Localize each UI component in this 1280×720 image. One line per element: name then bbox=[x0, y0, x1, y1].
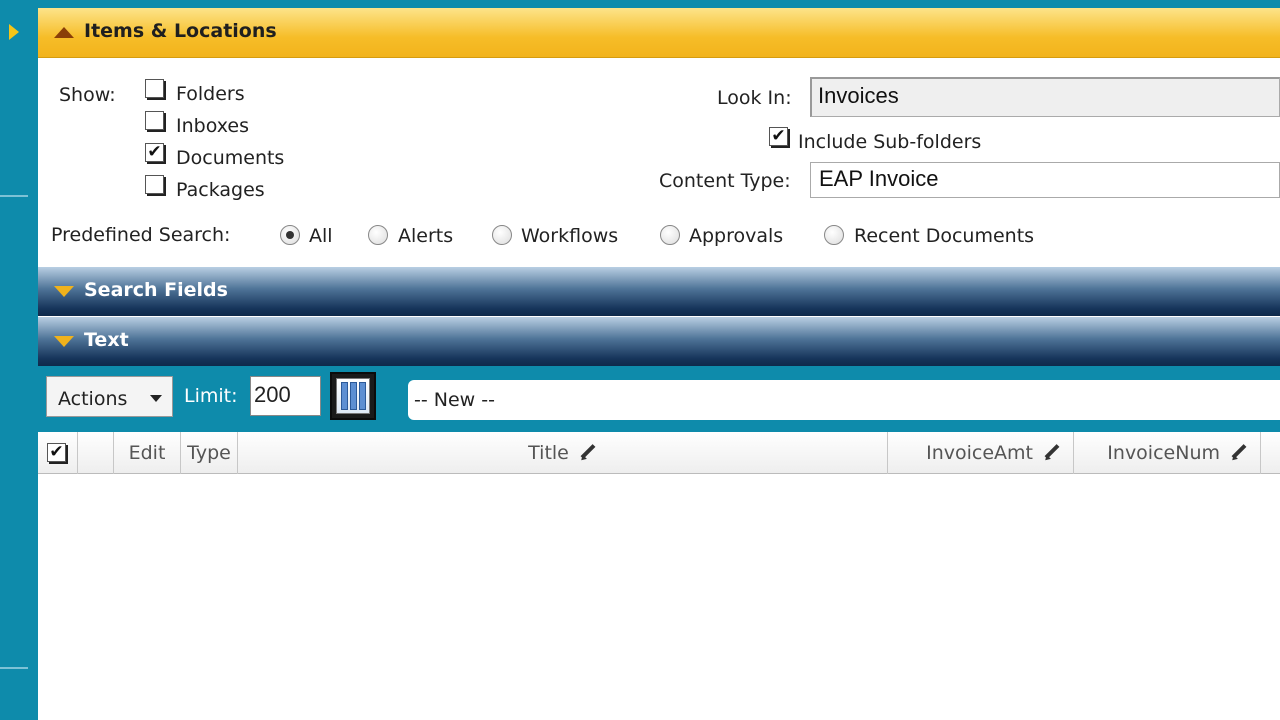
pencil-icon[interactable] bbox=[579, 444, 597, 462]
items-locations-header[interactable]: Items & Locations bbox=[38, 8, 1280, 58]
documents-label: Documents bbox=[176, 147, 285, 169]
folders-checkbox[interactable] bbox=[145, 79, 164, 98]
search-fields-header[interactable]: Search Fields bbox=[38, 267, 1280, 316]
look-in-field[interactable]: Invoices bbox=[810, 77, 1280, 117]
text-title: Text bbox=[84, 329, 129, 351]
include-subfolders-label: Include Sub-folders bbox=[798, 131, 982, 153]
column-header-title[interactable]: Title bbox=[238, 432, 888, 474]
show-label: Show: bbox=[59, 84, 116, 106]
search-fields-title: Search Fields bbox=[84, 279, 228, 301]
look-in-label: Look In: bbox=[717, 87, 792, 109]
limit-input[interactable]: 200 bbox=[250, 376, 321, 416]
radio-recent-documents[interactable] bbox=[824, 225, 844, 245]
documents-checkbox[interactable]: ✔ bbox=[145, 143, 164, 162]
radio-approvals-label: Approvals bbox=[689, 225, 784, 247]
radio-alerts[interactable] bbox=[368, 225, 388, 245]
content-type-label: Content Type: bbox=[659, 170, 791, 192]
column-header-label: InvoiceAmt bbox=[926, 442, 1033, 464]
packages-checkbox[interactable] bbox=[145, 175, 164, 194]
column-header-invoiceamt[interactable]: InvoiceAmt bbox=[888, 432, 1074, 474]
caret-down-icon[interactable] bbox=[54, 286, 74, 297]
results-toolbar: Actions Limit: 200 -- New -- bbox=[38, 366, 1280, 432]
inboxes-checkbox[interactable] bbox=[145, 111, 164, 130]
rail-divider bbox=[0, 667, 28, 669]
panel-left-border bbox=[30, 0, 38, 720]
radio-all-label: All bbox=[309, 225, 333, 247]
results-grid-body bbox=[38, 475, 1280, 720]
pencil-icon[interactable] bbox=[1043, 444, 1061, 462]
include-subfolders-checkbox[interactable]: ✔ bbox=[769, 127, 788, 146]
limit-label: Limit: bbox=[184, 385, 238, 407]
radio-all[interactable] bbox=[280, 225, 300, 245]
actions-label: Actions bbox=[58, 388, 128, 410]
results-grid-header: ✔ Edit Type Title InvoiceAmt InvoiceNum bbox=[38, 432, 1280, 474]
packages-label: Packages bbox=[176, 179, 265, 201]
left-rail bbox=[0, 0, 30, 720]
columns-icon bbox=[336, 378, 370, 414]
text-header[interactable]: Text bbox=[38, 317, 1280, 366]
folders-label: Folders bbox=[176, 83, 245, 105]
panel-top-border bbox=[30, 0, 1280, 8]
column-header-label: Title bbox=[528, 442, 569, 464]
column-header-type[interactable]: Type bbox=[181, 432, 238, 474]
column-header-edit[interactable]: Edit bbox=[114, 432, 181, 474]
play-arrow-icon[interactable] bbox=[9, 24, 19, 40]
pencil-icon[interactable] bbox=[1230, 444, 1248, 462]
radio-alerts-label: Alerts bbox=[398, 225, 454, 247]
column-chooser-button[interactable] bbox=[330, 372, 376, 420]
caret-up-icon[interactable] bbox=[54, 27, 74, 38]
column-header-label: Type bbox=[187, 442, 231, 464]
items-locations-title: Items & Locations bbox=[84, 20, 277, 42]
inboxes-label: Inboxes bbox=[176, 115, 249, 137]
select-all-checkbox[interactable]: ✔ bbox=[47, 442, 66, 462]
radio-recent-documents-label: Recent Documents bbox=[854, 225, 1035, 247]
radio-workflows-label: Workflows bbox=[521, 225, 619, 247]
content-type-field[interactable]: EAP Invoice bbox=[810, 162, 1280, 198]
radio-approvals[interactable] bbox=[660, 225, 680, 245]
caret-down-icon[interactable] bbox=[54, 336, 74, 347]
actions-dropdown[interactable]: Actions bbox=[46, 376, 173, 417]
column-header-label: Edit bbox=[128, 442, 166, 464]
saved-search-select[interactable]: -- New -- bbox=[408, 380, 1280, 420]
chevron-down-icon bbox=[150, 395, 162, 402]
column-header-label: InvoiceNum bbox=[1107, 442, 1220, 464]
grid-spacer-column bbox=[78, 432, 114, 474]
predefined-search-label: Predefined Search: bbox=[51, 224, 231, 246]
radio-workflows[interactable] bbox=[492, 225, 512, 245]
column-header-invoicenum[interactable]: InvoiceNum bbox=[1074, 432, 1261, 474]
select-all-cell: ✔ bbox=[38, 432, 78, 474]
rail-divider bbox=[0, 195, 28, 197]
